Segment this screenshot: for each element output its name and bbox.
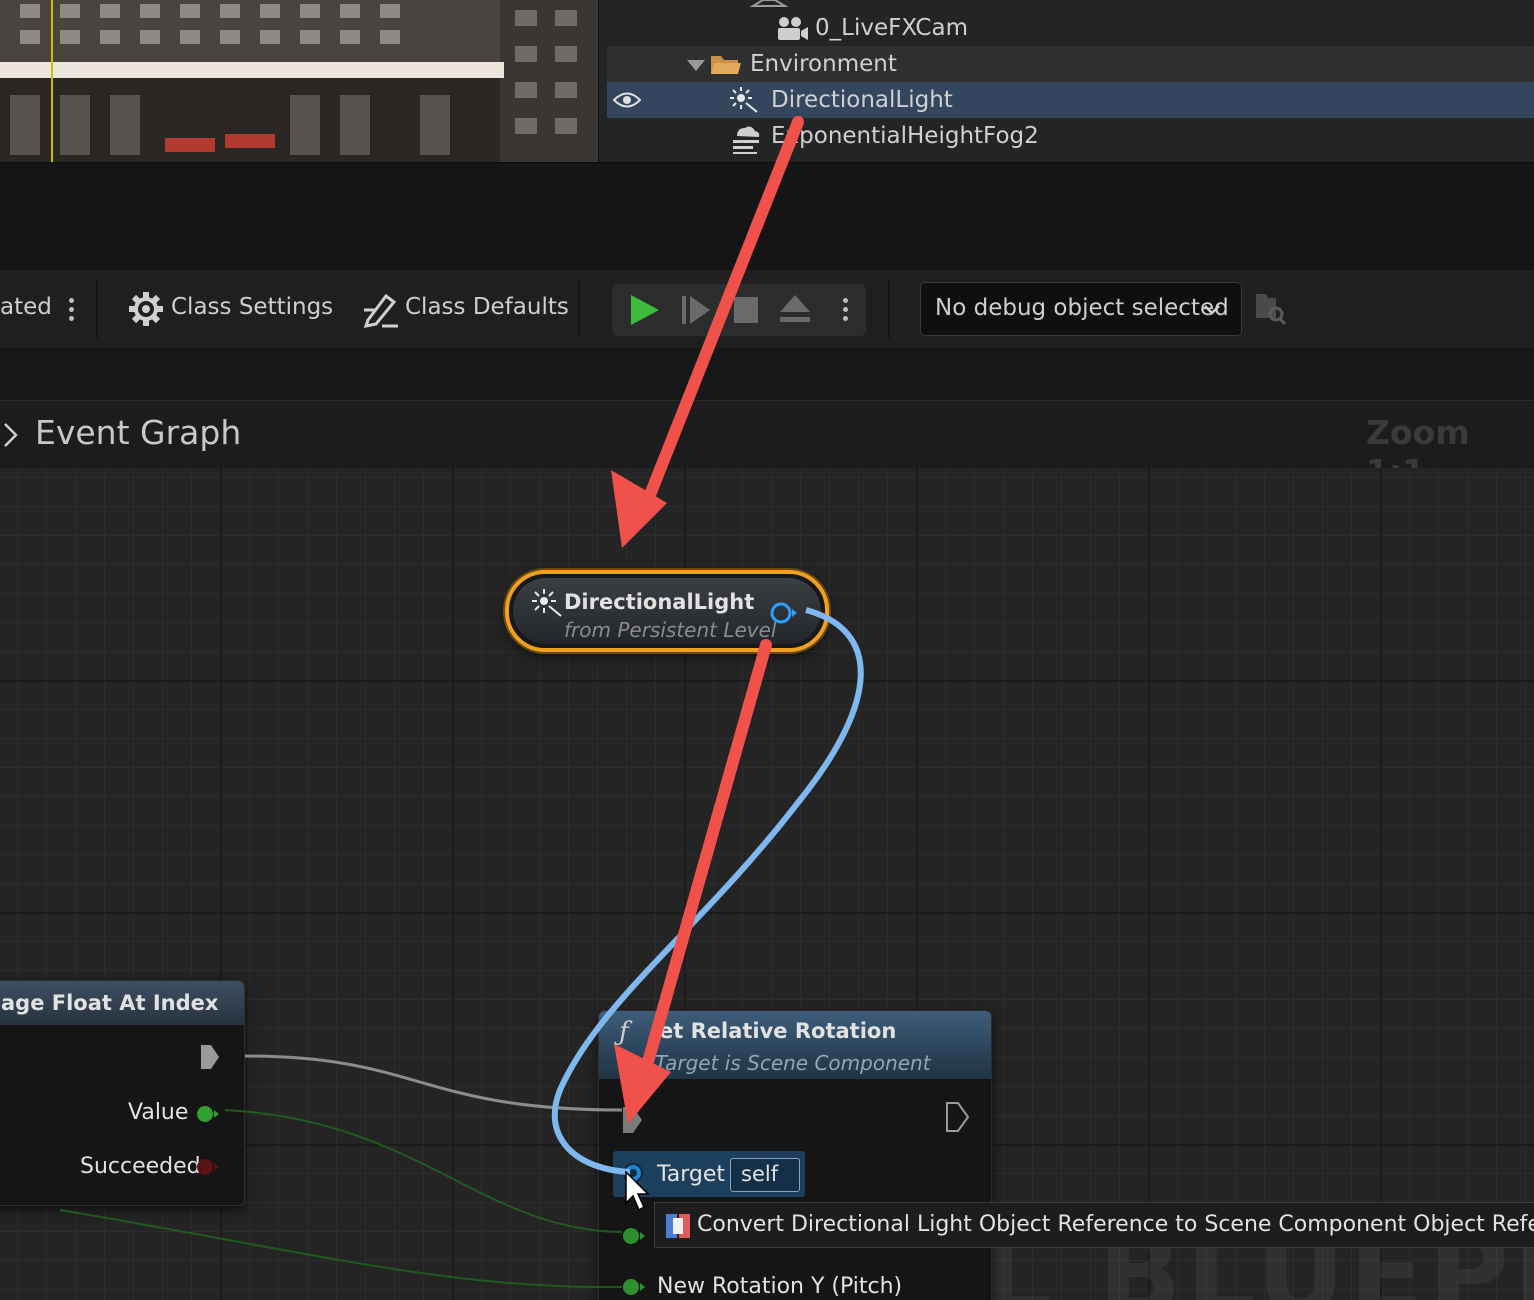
debug-object-select[interactable]: No debug object selected — [920, 282, 1242, 336]
reference-node-title: DirectionalLight — [564, 590, 755, 614]
succeeded-pin-label: Succeeded — [80, 1154, 201, 1179]
find-debug-object-icon[interactable] — [1254, 292, 1288, 326]
set-rotation-node-title: et Relative Rotation — [659, 1019, 897, 1043]
toolbar-truncated-button[interactable]: ated — [0, 294, 52, 320]
level-viewport[interactable] — [0, 0, 598, 162]
target-pin-icon[interactable] — [621, 1161, 645, 1185]
directional-light-reference-node[interactable]: DirectionalLight from Persistent Level — [505, 570, 829, 652]
succeeded-pin-icon[interactable] — [195, 1156, 221, 1178]
exec-out-pin-icon[interactable] — [945, 1101, 971, 1133]
set-rotation-node-subtitle: Target is Scene Component — [655, 1051, 931, 1075]
outliner-item-label: 0_LiveFXCam — [815, 15, 968, 41]
folder-icon — [711, 56, 741, 74]
outliner-item-directionallight[interactable]: DirectionalLight — [607, 82, 1534, 118]
chevron-right-icon[interactable] — [2, 421, 20, 449]
conversion-icon — [666, 1214, 690, 1238]
exec-in-pin-icon[interactable] — [621, 1105, 645, 1135]
set-relative-rotation-node[interactable]: ƒ et Relative Rotation Target is Scene C… — [598, 1010, 992, 1300]
outliner-item-label: Environment — [750, 51, 897, 77]
play-icon[interactable] — [628, 294, 662, 326]
graph-title-bar: Event Graph Zoom 1:1 — [0, 400, 1534, 491]
blueprint-toolbar: ated Class Settings Class Defaults No de… — [0, 270, 1534, 348]
class-defaults-icon — [363, 293, 398, 328]
world-outliner: 0_LiveFXCam Environment DirectionalLight — [598, 0, 1534, 162]
class-defaults-button[interactable]: Class Defaults — [360, 288, 569, 330]
debug-select-value: No debug object selected — [935, 295, 1229, 321]
toolbar-separator — [578, 280, 580, 338]
directional-light-icon — [532, 589, 562, 617]
outliner-item-environment[interactable]: Environment — [607, 46, 1534, 82]
outliner-item-label: DirectionalLight — [771, 87, 953, 113]
step-icon[interactable] — [680, 294, 714, 326]
gear-icon — [129, 292, 163, 326]
function-icon: ƒ — [619, 1017, 629, 1047]
expand-arrow-icon[interactable] — [687, 58, 705, 72]
target-default-value: self — [741, 1162, 779, 1186]
stop-icon[interactable] — [732, 294, 762, 326]
outliner-partial-icon — [749, 0, 789, 7]
target-pin-label: Target — [657, 1162, 726, 1187]
get-float-node-title: age Float At Index — [1, 991, 219, 1015]
reference-node-subtitle: from Persistent Level — [564, 618, 777, 642]
exec-out-pin-icon[interactable] — [199, 1043, 221, 1071]
output-object-pin-icon[interactable] — [769, 600, 799, 626]
target-default-field[interactable]: self — [730, 1158, 800, 1192]
directional-light-icon — [730, 87, 758, 113]
rotation-y-pin-label: New Rotation Y (Pitch) — [657, 1274, 903, 1299]
play-controls — [612, 284, 866, 336]
outliner-item-exponentialheightfog[interactable]: ExponentialHeightFog2 — [607, 118, 1534, 154]
toolbar-separator — [96, 280, 98, 338]
empty-panel — [0, 162, 1534, 270]
toolbar-more-options-icon[interactable] — [69, 294, 75, 325]
fog-icon — [733, 126, 760, 154]
outliner-item-label: ExponentialHeightFog2 — [771, 123, 1039, 149]
visibility-eye-icon[interactable] — [613, 91, 641, 109]
class-settings-label: Class Settings — [171, 294, 334, 320]
value-pin-icon[interactable] — [195, 1103, 221, 1125]
rotation-y-pin-icon[interactable] — [621, 1276, 647, 1298]
value-pin-label: Value — [128, 1100, 189, 1125]
class-settings-button[interactable]: Class Settings — [126, 288, 333, 328]
toolbar-separator — [888, 280, 890, 338]
viewport-scene — [0, 0, 598, 162]
eject-icon[interactable] — [778, 292, 812, 326]
chevron-down-icon — [1204, 305, 1220, 315]
get-float-node[interactable]: age Float At Index Value Succeeded — [0, 980, 245, 1206]
conversion-tooltip: Convert Directional Light Object Referen… — [654, 1202, 1534, 1248]
play-options-icon[interactable] — [843, 294, 849, 325]
class-defaults-label: Class Defaults — [405, 294, 569, 320]
graph-title: Event Graph — [35, 413, 242, 452]
camera-actor-icon — [778, 17, 808, 40]
tooltip-text: Convert Directional Light Object Referen… — [697, 1212, 1534, 1237]
outliner-item-livefxcam[interactable]: 0_LiveFXCam — [607, 10, 1534, 46]
rotation-x-pin-icon[interactable] — [621, 1225, 647, 1247]
